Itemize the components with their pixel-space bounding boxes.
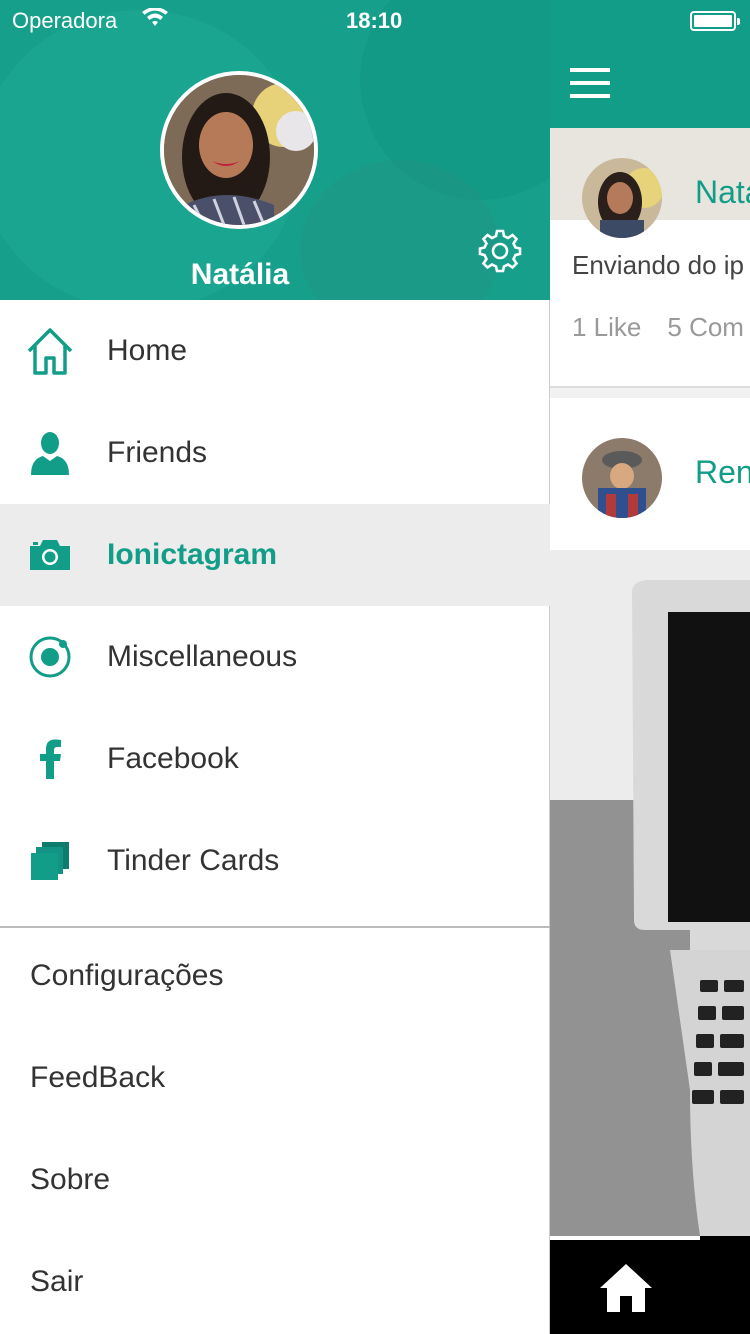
profile-avatar[interactable] xyxy=(160,71,318,229)
gear-icon[interactable] xyxy=(478,229,522,273)
menu-item-label: Miscellaneous xyxy=(107,640,298,673)
battery-icon xyxy=(690,11,740,31)
profile-name: Natália xyxy=(190,258,290,291)
menu-item-label: Home xyxy=(107,334,188,367)
menu-list: Home Friends Ionictagram Miscellaneous F… xyxy=(0,300,550,912)
post-photo xyxy=(550,550,750,1236)
wifi-icon xyxy=(142,8,168,26)
main-content: Nata Enviando do ip 1 Like 5 Com Ren xyxy=(550,0,750,1334)
menu-item-label: Tinder Cards xyxy=(107,844,280,877)
menu-item-label: Ionictagram xyxy=(107,538,278,571)
cards-icon xyxy=(25,835,75,887)
clock: 18:10 xyxy=(346,8,403,33)
menu-item-label: Configurações xyxy=(30,959,224,992)
menu-header: Operadora 18:10 Natália xyxy=(0,0,550,300)
like-count[interactable]: 1 Like xyxy=(572,312,641,342)
menu-item-label: Friends xyxy=(107,436,208,469)
menu-item-label: FeedBack xyxy=(30,1061,166,1094)
feed-post: Ren xyxy=(550,398,750,550)
menu-item-sair[interactable]: Sair xyxy=(0,1234,550,1334)
menu-item-configuracoes[interactable]: Configurações xyxy=(0,928,550,1030)
menu-item-feedback[interactable]: FeedBack xyxy=(0,1030,550,1132)
menu-item-ionictagram[interactable]: Ionictagram xyxy=(0,504,550,606)
menu-item-sobre[interactable]: Sobre xyxy=(0,1132,550,1234)
post-meta: 1 Like 5 Com xyxy=(572,312,750,343)
menu-item-home[interactable]: Home xyxy=(0,300,550,402)
person-icon xyxy=(25,427,75,479)
post-text: Enviando do ip xyxy=(572,250,745,280)
menu-item-label: Facebook xyxy=(107,742,239,775)
post-author-name[interactable]: Ren xyxy=(695,454,750,491)
secondary-menu: Configurações FeedBack Sobre Sair xyxy=(0,928,550,1334)
menu-item-facebook[interactable]: Facebook xyxy=(0,708,550,810)
home-tab-icon[interactable] xyxy=(598,1262,654,1314)
post-author-name[interactable]: Nata xyxy=(695,174,750,211)
tab-bar xyxy=(550,1236,750,1334)
main-header xyxy=(550,0,750,128)
status-bar: Operadora 18:10 xyxy=(0,0,550,40)
facebook-icon xyxy=(25,733,75,785)
side-menu: Operadora 18:10 Natália Home Friends Ion… xyxy=(0,0,550,1334)
post-author-avatar[interactable] xyxy=(582,438,662,518)
menu-item-tinder-cards[interactable]: Tinder Cards xyxy=(0,810,550,912)
menu-item-label: Sobre xyxy=(30,1163,111,1196)
menu-item-label: Sair xyxy=(30,1265,84,1298)
feed-post: Nata Enviando do ip 1 Like 5 Com xyxy=(550,128,750,388)
hamburger-menu-button[interactable] xyxy=(570,68,610,98)
menu-item-friends[interactable]: Friends xyxy=(0,402,550,504)
menu-item-miscellaneous[interactable]: Miscellaneous xyxy=(0,606,550,708)
comment-count[interactable]: 5 Com xyxy=(667,312,744,342)
ionic-icon xyxy=(25,631,75,683)
camera-icon xyxy=(25,529,75,581)
carrier-name: Operadora xyxy=(12,8,118,33)
post-author-avatar[interactable] xyxy=(582,158,662,238)
home-icon xyxy=(25,325,75,377)
